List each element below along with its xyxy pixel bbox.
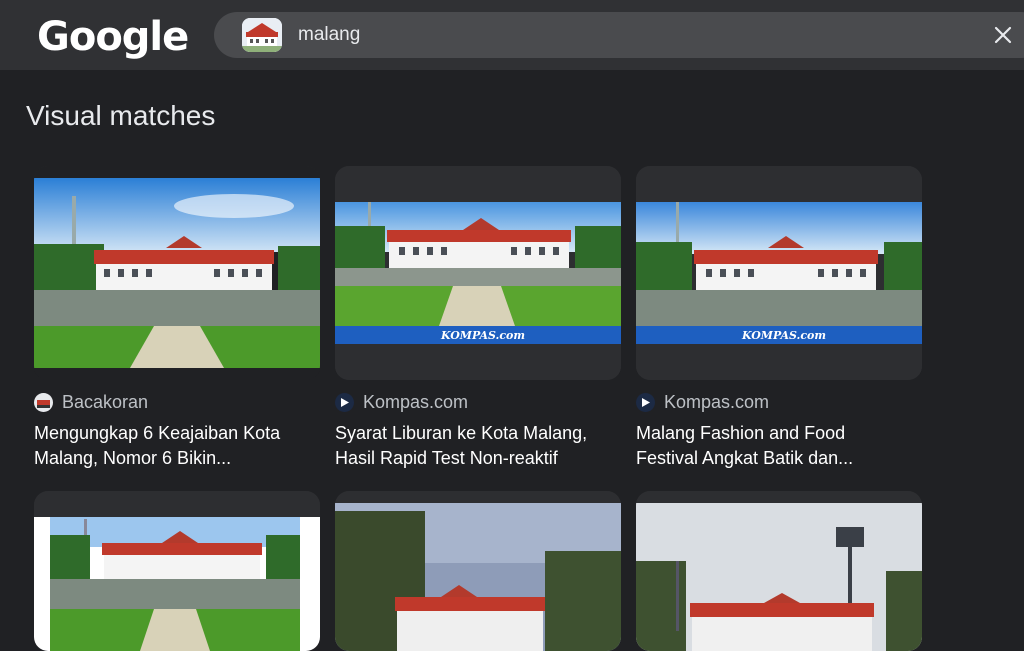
- result-title[interactable]: Syarat Liburan ke Kota Malang, Hasil Rap…: [335, 421, 621, 471]
- result-title-line[interactable]: Malang Fashion and Food: [636, 421, 922, 446]
- top-bar: Google malang: [0, 0, 1024, 70]
- result-card[interactable]: KOMPAS.com Kompas.com Syarat Liburan ke …: [335, 166, 621, 471]
- result-title[interactable]: Mengungkap 6 Keajaiban Kota Malang, Nomo…: [34, 421, 320, 471]
- result-title-line[interactable]: Mengungkap 6 Keajaiban Kota: [34, 421, 320, 446]
- result-image[interactable]: [34, 491, 320, 651]
- clear-search-icon[interactable]: [991, 23, 1015, 47]
- result-source[interactable]: Kompas.com: [636, 391, 922, 413]
- query-image-thumbnail[interactable]: [242, 18, 282, 52]
- result-card[interactable]: KOMPAS.com Kompas.com Malang Fashion and…: [636, 166, 922, 471]
- result-title-line[interactable]: Festival Angkat Batik dan...: [636, 446, 922, 471]
- result-title-line[interactable]: Malang, Nomor 6 Bikin...: [34, 446, 320, 471]
- section-title: Visual matches: [26, 100, 216, 131]
- result-card[interactable]: [636, 491, 922, 651]
- result-card[interactable]: [335, 491, 621, 651]
- kompas-watermark: KOMPAS.com: [440, 329, 525, 342]
- result-image[interactable]: [636, 491, 922, 651]
- result-image[interactable]: [335, 491, 621, 651]
- google-logo[interactable]: Google: [37, 14, 189, 60]
- result-image[interactable]: KOMPAS.com: [335, 166, 621, 380]
- kompas-watermark: KOMPAS.com: [741, 329, 826, 342]
- source-name: Kompas.com: [363, 391, 469, 412]
- result-image[interactable]: [34, 166, 320, 380]
- source-name: Bacakoran: [62, 391, 149, 412]
- result-image[interactable]: KOMPAS.com: [636, 166, 922, 380]
- result-card[interactable]: [34, 491, 320, 651]
- result-title-line[interactable]: Syarat Liburan ke Kota Malang,: [335, 421, 621, 446]
- result-title[interactable]: Malang Fashion and Food Festival Angkat …: [636, 421, 922, 471]
- search-box[interactable]: malang: [214, 12, 1024, 58]
- search-query[interactable]: malang: [298, 24, 360, 46]
- result-title-line[interactable]: Hasil Rapid Test Non-reaktif: [335, 446, 621, 471]
- bacakoran-favicon-icon: [34, 392, 53, 412]
- kompas-favicon-icon: [636, 392, 655, 412]
- result-card[interactable]: Bacakoran Mengungkap 6 Keajaiban Kota Ma…: [34, 166, 320, 471]
- result-source[interactable]: Kompas.com: [335, 391, 621, 413]
- result-source[interactable]: Bacakoran: [34, 391, 320, 413]
- kompas-favicon-icon: [335, 392, 354, 412]
- source-name: Kompas.com: [664, 391, 770, 412]
